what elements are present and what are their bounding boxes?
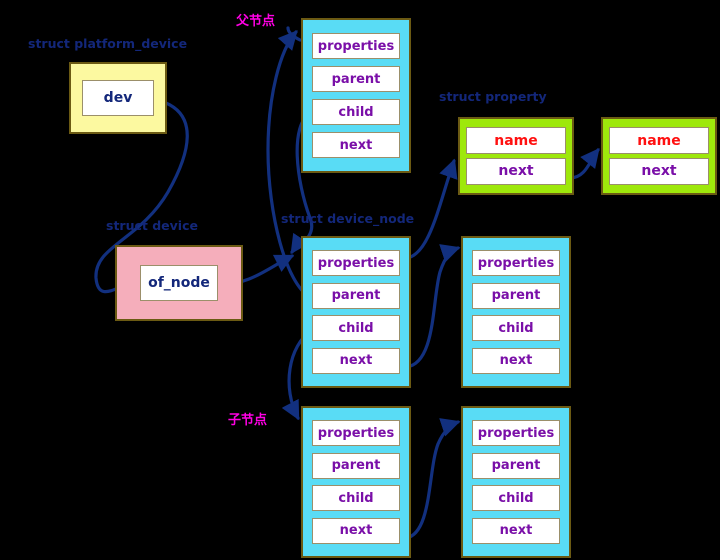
field-parent[interactable]: parent bbox=[472, 282, 560, 309]
caption-struct-property: struct property bbox=[439, 89, 547, 104]
diagram-canvas: struct platform_device struct device str… bbox=[0, 0, 720, 560]
field-next[interactable]: next bbox=[472, 517, 560, 544]
field-parent[interactable]: parent bbox=[312, 66, 400, 92]
box-struct-property-first[interactable]: name next bbox=[458, 117, 574, 195]
field-of-node[interactable]: of_node bbox=[140, 265, 218, 301]
field-next[interactable]: next bbox=[312, 132, 400, 158]
box-device-node-child[interactable]: properties parent child next bbox=[301, 406, 411, 558]
field-child[interactable]: child bbox=[472, 315, 560, 342]
field-next[interactable]: next bbox=[466, 157, 566, 185]
field-child[interactable]: child bbox=[312, 315, 400, 342]
field-child[interactable]: child bbox=[472, 485, 560, 512]
field-parent[interactable]: parent bbox=[312, 452, 400, 479]
field-next[interactable]: next bbox=[312, 347, 400, 374]
link-parent-properties-stub bbox=[286, 26, 302, 42]
box-device-node-parent[interactable]: properties parent child next bbox=[301, 18, 411, 173]
field-child[interactable]: child bbox=[312, 99, 400, 125]
field-next[interactable]: next bbox=[312, 517, 400, 544]
box-device-node-current[interactable]: properties parent child next bbox=[301, 236, 411, 388]
box-struct-property-second[interactable]: name next bbox=[601, 117, 717, 195]
annotation-child-node: 子节点 bbox=[228, 413, 268, 428]
link-bottom-next-sibling bbox=[404, 418, 461, 540]
caption-struct-device-node: struct device_node bbox=[281, 211, 415, 226]
field-properties[interactable]: properties bbox=[472, 420, 560, 447]
box-struct-platform-device[interactable]: dev bbox=[69, 62, 167, 134]
field-name[interactable]: name bbox=[466, 127, 566, 155]
link-property-next bbox=[568, 147, 600, 180]
field-properties[interactable]: properties bbox=[472, 250, 560, 277]
field-dev[interactable]: dev bbox=[82, 80, 154, 116]
box-device-node-child-sibling[interactable]: properties parent child next bbox=[461, 406, 571, 558]
field-name[interactable]: name bbox=[609, 127, 709, 155]
field-properties[interactable]: properties bbox=[312, 420, 400, 447]
box-device-node-sibling[interactable]: properties parent child next bbox=[461, 236, 571, 388]
field-parent[interactable]: parent bbox=[472, 452, 560, 479]
field-next[interactable]: next bbox=[472, 347, 560, 374]
annotation-parent-node: 父节点 bbox=[236, 14, 276, 29]
field-properties[interactable]: properties bbox=[312, 250, 400, 277]
caption-struct-platform-device: struct platform_device bbox=[28, 36, 188, 51]
link-next-sibling bbox=[404, 244, 461, 369]
field-parent[interactable]: parent bbox=[312, 282, 400, 309]
field-properties[interactable]: properties bbox=[312, 33, 400, 59]
caption-struct-device: struct device bbox=[106, 218, 198, 233]
box-struct-device[interactable]: of_node bbox=[115, 245, 243, 321]
field-next[interactable]: next bbox=[609, 157, 709, 185]
link-properties-to-property bbox=[404, 158, 458, 260]
field-child[interactable]: child bbox=[312, 485, 400, 512]
